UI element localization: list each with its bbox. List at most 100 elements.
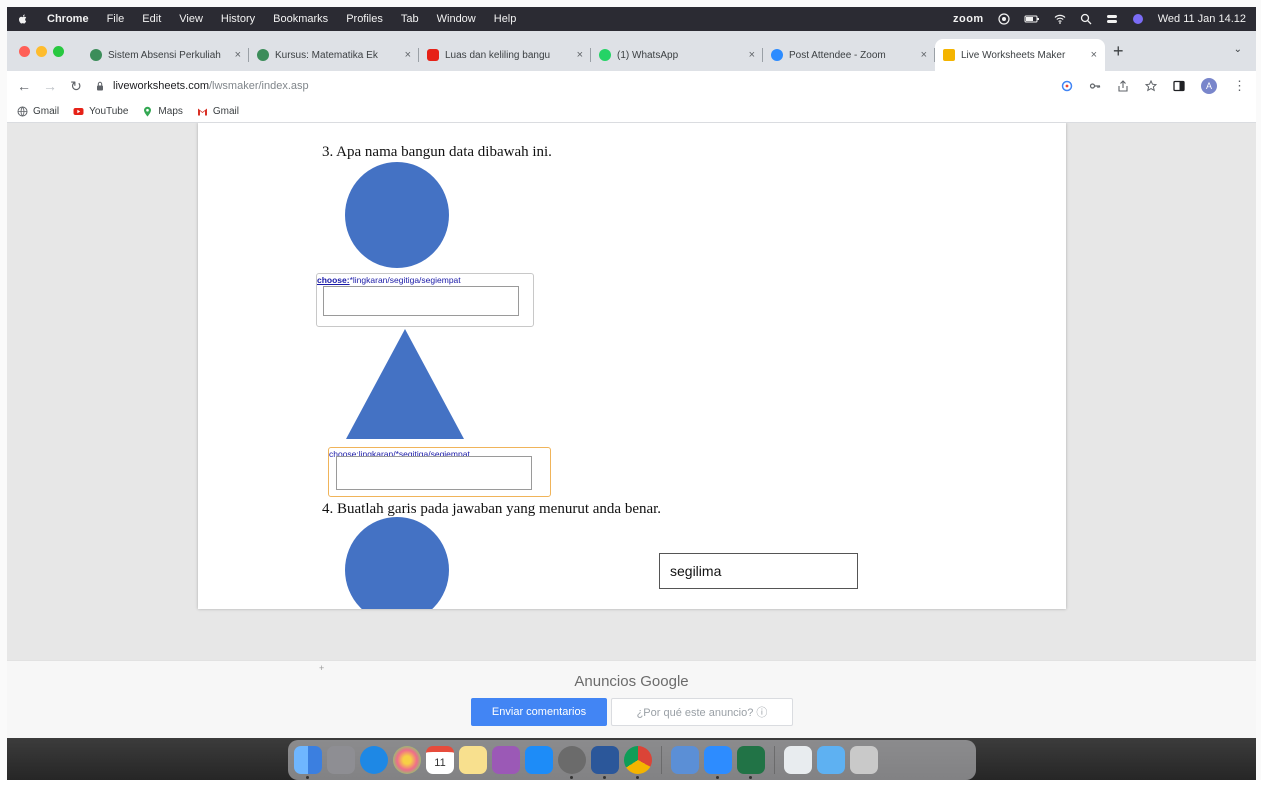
why-this-ad-button[interactable]: ¿Por qué este anuncio? ⓘ	[611, 698, 793, 726]
photos-icon[interactable]	[393, 746, 421, 774]
folder-icon[interactable]	[817, 746, 845, 774]
spotlight-search-icon[interactable]	[1080, 13, 1092, 25]
podcasts-icon[interactable]	[492, 746, 520, 774]
tab-title: Kursus: Matematika Ek	[275, 49, 378, 61]
reload-icon[interactable]: ↻	[69, 78, 83, 95]
bookmarks-bar: Gmail YouTube Maps Gmail	[7, 101, 1256, 123]
wifi-icon[interactable]	[1054, 13, 1066, 25]
window-controls	[19, 45, 64, 57]
bookmark-maps[interactable]: Maps	[142, 106, 183, 117]
safari-icon[interactable]	[360, 746, 388, 774]
question-3-text: 3. Apa nama bangun data dibawah ini.	[322, 144, 552, 160]
answer-field[interactable]	[336, 456, 532, 490]
ads-title-brand: Google	[640, 673, 689, 690]
tab-post-attendee-zoom[interactable]: Post Attendee - Zoom ×	[763, 39, 935, 71]
menu-file[interactable]: File	[107, 13, 125, 25]
google-lens-icon[interactable]	[1061, 80, 1073, 92]
tab-title: (1) WhatsApp	[617, 49, 679, 61]
tab-kursus-matematika[interactable]: Kursus: Matematika Ek ×	[249, 39, 419, 71]
liveworksheets-favicon-icon	[943, 49, 955, 61]
bookmark-gmail-2[interactable]: Gmail	[197, 106, 239, 117]
bookmark-label: Gmail	[212, 106, 239, 117]
password-key-icon[interactable]	[1089, 80, 1101, 92]
launchpad-icon[interactable]	[327, 746, 355, 774]
tab-sistem-absensi[interactable]: Sistem Absensi Perkuliah ×	[82, 39, 249, 71]
browser-toolbar: ← → ↻ liveworksheets.com/lwsmaker/index.…	[7, 71, 1256, 101]
zoom-app-icon[interactable]	[704, 746, 732, 779]
tab-close-icon[interactable]: ×	[1091, 49, 1097, 61]
menu-tab[interactable]: Tab	[401, 13, 419, 25]
minimize-window-button[interactable]	[36, 45, 47, 57]
chrome-icon[interactable]	[624, 746, 652, 779]
trash-icon[interactable]	[850, 746, 878, 774]
side-panel-icon[interactable]	[1173, 80, 1185, 92]
address-bar[interactable]: liveworksheets.com/lwsmaker/index.asp	[95, 75, 1051, 97]
share-icon[interactable]	[1117, 80, 1129, 92]
apple-menu-icon[interactable]	[17, 13, 29, 25]
zoom-favicon-icon	[771, 49, 783, 61]
bookmark-youtube[interactable]: YouTube	[73, 106, 128, 117]
downloads-stack-icon[interactable]	[784, 746, 812, 774]
tab-close-icon[interactable]: ×	[405, 49, 411, 61]
circle-shape	[345, 162, 449, 268]
toolbar-icons: A ⋮	[1061, 78, 1246, 94]
siri-icon[interactable]	[1132, 13, 1144, 25]
answer-dropdown-box-2[interactable]: choose:lingkaran/*segitiga/segiempat	[328, 447, 551, 497]
preview-icon[interactable]	[671, 746, 699, 774]
system-preferences-icon[interactable]	[558, 746, 586, 779]
menubar-datetime[interactable]: Wed 11 Jan 14.12	[1158, 13, 1246, 25]
app-store-icon[interactable]	[525, 746, 553, 774]
back-arrow-icon[interactable]: ←	[17, 78, 31, 94]
ads-title-prefix: Anuncios	[574, 673, 641, 690]
answer-field[interactable]	[323, 286, 519, 316]
new-tab-button[interactable]: +	[1113, 41, 1124, 62]
microsoft-excel-icon[interactable]	[737, 746, 765, 779]
screen-record-icon[interactable]	[998, 13, 1010, 25]
tab-search-chevron-icon[interactable]: ⌄	[1234, 44, 1242, 55]
bookmark-gmail-1[interactable]: Gmail	[17, 106, 59, 117]
dock-separator	[661, 746, 662, 774]
menu-window[interactable]: Window	[437, 13, 476, 25]
forward-arrow-icon[interactable]: →	[43, 78, 57, 94]
tab-whatsapp[interactable]: (1) WhatsApp ×	[591, 39, 763, 71]
menu-bookmarks[interactable]: Bookmarks	[273, 13, 328, 25]
tab-close-icon[interactable]: ×	[749, 49, 755, 61]
macos-menubar: Chrome File Edit View History Bookmarks …	[7, 7, 1256, 31]
page-viewport[interactable]: 3. Apa nama bangun data dibawah ini. cho…	[7, 123, 1256, 660]
bookmark-star-icon[interactable]	[1145, 80, 1157, 92]
finder-icon[interactable]	[294, 746, 322, 779]
youtube-icon	[73, 108, 84, 115]
send-feedback-button[interactable]: Enviar comentarios	[471, 698, 607, 726]
screen: Chrome File Edit View History Bookmarks …	[0, 0, 1261, 785]
bookmark-label: Maps	[158, 106, 183, 117]
calendar-icon[interactable]: 11	[426, 746, 454, 774]
notes-icon[interactable]	[459, 746, 487, 774]
zoom-status[interactable]: zoom	[953, 13, 984, 25]
more-menu-icon[interactable]: ⋮	[1233, 78, 1246, 94]
tab-close-icon[interactable]: ×	[235, 49, 241, 61]
tab-luas-dan-keliling[interactable]: Luas dan keliling bangu ×	[419, 39, 591, 71]
menu-profiles[interactable]: Profiles	[346, 13, 383, 25]
profile-avatar[interactable]: A	[1201, 78, 1217, 94]
site-favicon-icon	[90, 49, 102, 61]
battery-icon[interactable]	[1024, 13, 1040, 25]
tab-close-icon[interactable]: ×	[921, 49, 927, 61]
microsoft-word-icon[interactable]	[591, 746, 619, 779]
triangle-shape	[346, 329, 464, 439]
tab-live-worksheets-maker[interactable]: Live Worksheets Maker ×	[935, 39, 1105, 71]
menu-chrome[interactable]: Chrome	[47, 13, 89, 25]
lock-icon[interactable]	[95, 81, 105, 91]
close-window-button[interactable]	[19, 45, 30, 57]
answer-text-box[interactable]: segilima	[659, 553, 858, 589]
menu-view[interactable]: View	[179, 13, 203, 25]
whatsapp-favicon-icon	[599, 49, 611, 61]
menu-history[interactable]: History	[221, 13, 255, 25]
gmail-icon	[197, 108, 207, 116]
menu-edit[interactable]: Edit	[142, 13, 161, 25]
answer-dropdown-box-1[interactable]: choose:*lingkaran/segitiga/segiempat	[316, 273, 534, 327]
tab-title: Luas dan keliling bangu	[445, 49, 551, 61]
control-center-icon[interactable]	[1106, 13, 1118, 25]
fullscreen-window-button[interactable]	[53, 45, 64, 57]
tab-close-icon[interactable]: ×	[577, 49, 583, 61]
menu-help[interactable]: Help	[494, 13, 517, 25]
